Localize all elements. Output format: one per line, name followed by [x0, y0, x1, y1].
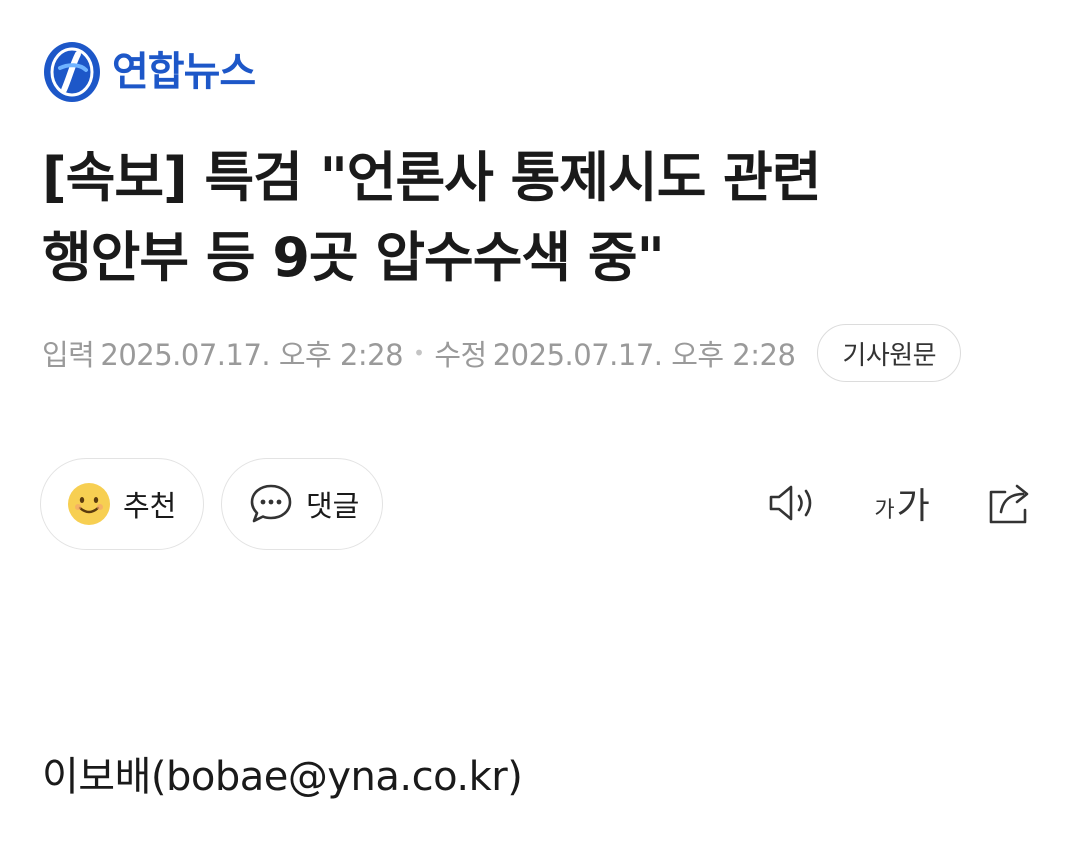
speaker-icon: [769, 485, 812, 521]
brand-name: 연합뉴스: [112, 49, 256, 95]
yonhap-logo-icon: [44, 42, 100, 102]
headline-line-1: [속보] 특검 "언론사 통제시도 관련: [42, 146, 822, 209]
read-aloud-button[interactable]: [766, 478, 820, 528]
share-icon: [989, 484, 1029, 524]
share-button[interactable]: [984, 478, 1038, 528]
edit-label: 수정: [434, 338, 487, 372]
speech-bubble-icon: [250, 484, 292, 523]
article-meta: 입력 2025.07.17. 오후 2:28 • 수정 2025.07.17. …: [42, 323, 962, 383]
font-size-button[interactable]: 가 가: [870, 478, 934, 528]
font-size-large-glyph: 가: [896, 486, 930, 527]
article-headline: [속보] 특검 "언론사 통제시도 관련 행안부 등 9곳 압수수색 중": [42, 138, 1042, 298]
input-label: 입력: [42, 338, 95, 372]
meta-separator: •: [413, 341, 425, 365]
edit-time: 2025.07.17. 오후 2:28: [492, 338, 796, 372]
article-byline: 이보배(bobae@yna.co.kr): [42, 754, 523, 800]
smiley-icon: [68, 483, 110, 525]
headline-line-2: 행안부 등 9곳 압수수색 중": [42, 226, 665, 289]
original-article-button[interactable]: 기사원문: [817, 324, 962, 382]
recommend-label: 추천: [123, 489, 177, 523]
font-size-small-glyph: 가: [874, 498, 895, 523]
comment-button[interactable]: 댓글: [221, 458, 383, 550]
comment-label: 댓글: [306, 489, 360, 523]
input-time: 2025.07.17. 오후 2:28: [100, 338, 404, 372]
recommend-button[interactable]: 추천: [40, 458, 204, 550]
brand-logo[interactable]: 연합뉴스: [42, 38, 256, 106]
